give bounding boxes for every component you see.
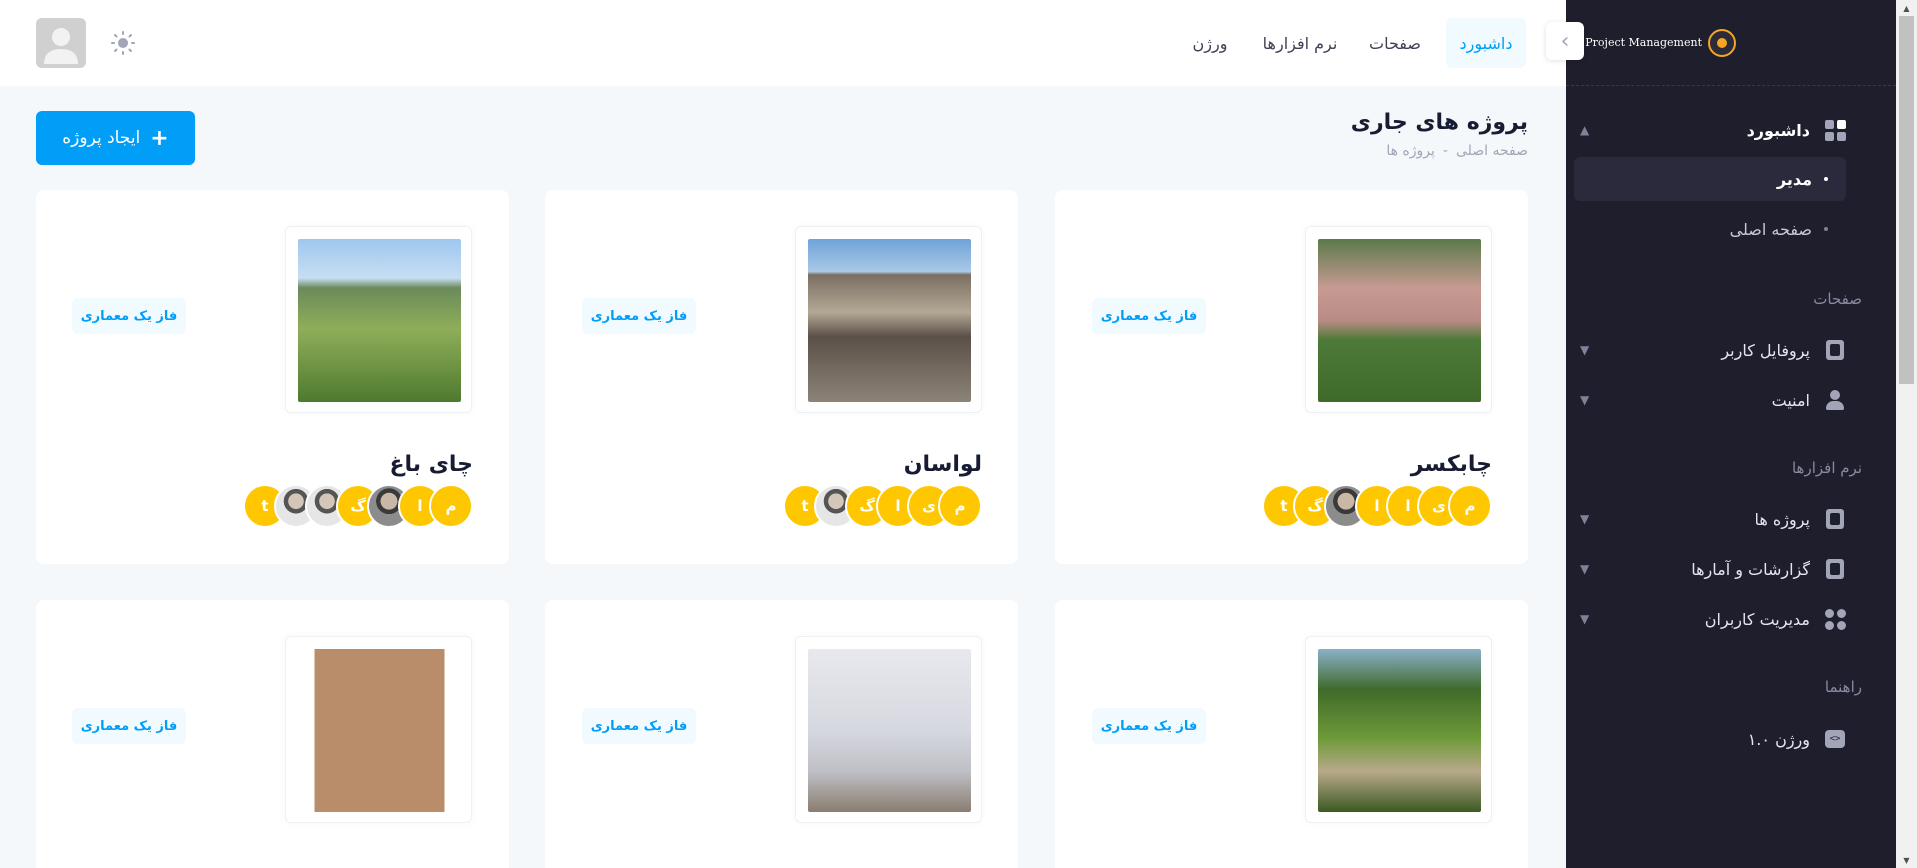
scroll-thumb[interactable]	[1899, 16, 1914, 384]
member-initial[interactable]: م	[938, 484, 982, 528]
project-card[interactable]: فاز یک معماری چابکسر میااگt	[1055, 190, 1528, 564]
sidebar-subitem-label: صفحه اصلی	[1729, 219, 1812, 239]
sidebar-item-projects[interactable]: پروژه ها ▼	[1566, 496, 1846, 542]
project-thumbnail	[1305, 636, 1492, 823]
project-members: میااگt	[1262, 484, 1492, 528]
profile-card-icon	[1824, 339, 1846, 361]
project-image	[808, 649, 971, 812]
project-members: ماگt	[243, 484, 473, 528]
status-badge: فاز یک معماری	[72, 298, 186, 334]
sidebar-item-user-profile[interactable]: پروفایل کاربر ▼	[1566, 327, 1846, 373]
sidebar-collapse-button[interactable]: ‹	[1546, 22, 1584, 60]
create-project-label: ایجاد پروژه	[62, 128, 141, 148]
sidebar-item-label: امنیت	[1771, 390, 1810, 410]
status-badge: فاز یک معماری	[72, 708, 186, 744]
nav-version[interactable]: ورژن	[1180, 18, 1240, 68]
chevron-down-icon[interactable]: ▼	[1580, 512, 1589, 526]
bullet-icon	[1824, 227, 1828, 231]
sidebar: Project Management داشبورد ▲ مدیر صفحه ا…	[1566, 0, 1896, 868]
sidebar-section-software: نرم افزارها	[1791, 459, 1862, 477]
brand-logo-icon	[1708, 28, 1736, 57]
avatar-silhouette-icon	[44, 28, 78, 64]
sidebar-item-label: گزارشات و آمارها	[1691, 559, 1810, 579]
project-image	[1318, 239, 1481, 402]
chevron-left-icon: ‹	[1560, 28, 1570, 54]
project-image	[808, 239, 971, 402]
sun-icon[interactable]	[110, 30, 136, 56]
brand[interactable]: Project Management	[1566, 0, 1896, 86]
nav-pages[interactable]: صفحات	[1360, 18, 1430, 68]
project-image	[1318, 649, 1481, 812]
code-icon: <>	[1824, 728, 1846, 750]
report-icon	[1824, 558, 1846, 580]
project-thumbnail	[1305, 226, 1492, 413]
chevron-down-icon[interactable]: ▼	[1580, 393, 1589, 407]
sidebar-item-label: ورژن ۱.۰	[1747, 729, 1810, 749]
plus-icon: +	[150, 125, 169, 151]
project-card[interactable]: فاز یک معماری چای باغ ماگt	[36, 190, 509, 564]
chevron-up-icon[interactable]: ▲	[1580, 123, 1589, 137]
chevron-down-icon[interactable]: ▼	[1580, 562, 1589, 576]
chevron-down-icon[interactable]: ▼	[1580, 612, 1589, 626]
sidebar-item-dashboard[interactable]: داشبورد ▲	[1566, 107, 1846, 153]
sidebar-item-label: مدیریت کاربران	[1704, 609, 1810, 629]
create-project-button[interactable]: + ایجاد پروژه	[36, 111, 195, 165]
breadcrumb-home[interactable]: صفحه اصلی	[1456, 143, 1528, 159]
chevron-down-icon[interactable]: ▼	[1580, 343, 1589, 357]
brand-name: Project Management	[1585, 36, 1702, 49]
sidebar-subitem-home[interactable]: صفحه اصلی	[1574, 207, 1846, 251]
breadcrumb-separator: -	[1442, 143, 1448, 159]
sidebar-subitem-label: مدیر	[1776, 169, 1812, 189]
member-initial[interactable]: م	[1448, 484, 1492, 528]
folder-icon	[1824, 508, 1846, 530]
breadcrumb-current: پروژه ها	[1386, 143, 1435, 159]
project-card[interactable]: فاز یک معماری	[36, 600, 509, 868]
project-title[interactable]: لواسان	[904, 452, 982, 477]
project-card[interactable]: فاز یک معماری	[1055, 600, 1528, 868]
breadcrumb: صفحه اصلی - پروژه ها	[1386, 143, 1528, 159]
sidebar-item-label: داشبورد	[1746, 120, 1810, 140]
member-initial[interactable]: م	[429, 484, 473, 528]
project-thumbnail	[285, 226, 472, 413]
nav-software[interactable]: نرم افزارها	[1256, 18, 1344, 68]
sidebar-item-reports[interactable]: گزارشات و آمارها ▼	[1566, 546, 1846, 592]
sidebar-item-security[interactable]: امنیت ▼	[1566, 377, 1846, 423]
sidebar-section-pages: صفحات	[1813, 290, 1862, 308]
project-title[interactable]: چای باغ	[390, 452, 474, 477]
project-card[interactable]: فاز یک معماری	[545, 600, 1018, 868]
sidebar-item-label: پروفایل کاربر	[1721, 340, 1810, 360]
page-scrollbar[interactable]: ▲ ▼	[1896, 0, 1917, 868]
project-title[interactable]: چابکسر	[1411, 452, 1492, 477]
project-thumbnail	[795, 636, 982, 823]
status-badge: فاز یک معماری	[582, 708, 696, 744]
bullet-icon	[1824, 177, 1828, 181]
sidebar-item-user-management[interactable]: مدیریت کاربران ▼	[1566, 596, 1846, 642]
user-icon	[1824, 389, 1846, 411]
scroll-up-arrow-icon[interactable]: ▲	[1896, 0, 1917, 16]
top-header: ورژن نرم افزارها صفحات داشبورد	[0, 0, 1566, 86]
dashboard-grid-icon	[1824, 119, 1846, 141]
project-members: میاگt	[783, 484, 982, 528]
project-image	[298, 649, 461, 812]
user-avatar[interactable]	[36, 18, 86, 68]
page-title: پروژه های جاری	[1350, 110, 1528, 135]
status-badge: فاز یک معماری	[1092, 298, 1206, 334]
sidebar-item-version[interactable]: <> ورژن ۱.۰	[1566, 716, 1846, 762]
status-badge: فاز یک معماری	[582, 298, 696, 334]
sidebar-item-label: پروژه ها	[1754, 509, 1810, 529]
project-thumbnail	[795, 226, 982, 413]
users-icon	[1824, 608, 1846, 630]
nav-dashboard[interactable]: داشبورد	[1446, 18, 1526, 68]
status-badge: فاز یک معماری	[1092, 708, 1206, 744]
project-thumbnail	[285, 636, 472, 823]
sidebar-subitem-admin[interactable]: مدیر	[1574, 157, 1846, 201]
project-image	[298, 239, 461, 402]
sidebar-section-guide: راهنما	[1824, 678, 1862, 696]
scroll-down-arrow-icon[interactable]: ▼	[1896, 852, 1917, 868]
project-card[interactable]: فاز یک معماری لواسان میاگt	[545, 190, 1018, 564]
